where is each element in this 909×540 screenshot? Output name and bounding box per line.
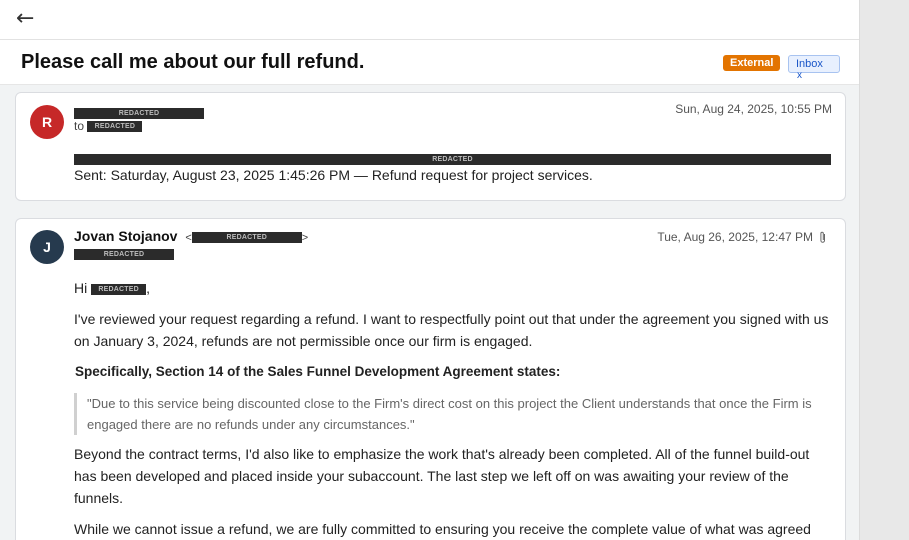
to-prefix: to bbox=[74, 119, 85, 133]
redacted-recipient-name: REDACTED bbox=[91, 283, 147, 295]
message-date: Sun, Aug 24, 2025, 10:55 PM bbox=[675, 102, 832, 116]
email-subject: Please call me about our full refund. bbox=[21, 51, 365, 73]
paperclip-icon[interactable] bbox=[819, 231, 827, 244]
body-paragraph-2: Beyond the contract terms, I'd also like… bbox=[74, 446, 810, 506]
external-badge: External bbox=[723, 55, 781, 71]
greeting-prefix: Hi bbox=[74, 280, 88, 296]
email-thread-panel: ← Please call me about our full refund. … bbox=[0, 0, 860, 540]
sender-email-close: > bbox=[301, 232, 309, 244]
sent-line: Sent: Saturday, August 23, 2025 1:45:26 … bbox=[74, 167, 593, 183]
greeting-line: Hi REDACTED, bbox=[74, 277, 830, 299]
message-date: Tue, Aug 26, 2025, 12:47 PM bbox=[657, 230, 813, 244]
redacted-recipient: REDACTED bbox=[74, 249, 174, 261]
sender-avatar: J bbox=[30, 230, 64, 264]
sender-avatar: R bbox=[30, 105, 64, 139]
greeting-suffix: , bbox=[146, 280, 151, 296]
body-paragraph-3: While we cannot issue a refund, we are f… bbox=[74, 521, 811, 537]
redacted-sender-email: REDACTED bbox=[191, 231, 302, 243]
section-heading: Specifically, Section 14 of the Sales Fu… bbox=[75, 364, 561, 379]
redacted-recipient: REDACTED bbox=[87, 121, 143, 133]
inbox-label-chip[interactable]: Inbox x bbox=[788, 55, 840, 81]
sender-name: Jovan Stojanov bbox=[74, 228, 178, 244]
message-card-2: J Jovan Stojanov < REDACTED > REDACTED Tue… bbox=[15, 218, 846, 540]
contract-quote: "Due to this service being discounted cl… bbox=[74, 393, 830, 435]
back-arrow-icon[interactable]: ← bbox=[16, 6, 34, 31]
message-card-1[interactable]: R REDACTED to REDACTED Sun, Aug 24, 2025… bbox=[15, 92, 846, 201]
remove-label-icon[interactable]: x bbox=[797, 69, 802, 83]
subject-bar: Please call me about our full refund. Ex… bbox=[0, 40, 859, 85]
redacted-sender-name: REDACTED bbox=[74, 108, 204, 120]
body-paragraph-1: I've reviewed your request regarding a r… bbox=[74, 311, 829, 349]
top-toolbar: ← bbox=[0, 0, 859, 40]
